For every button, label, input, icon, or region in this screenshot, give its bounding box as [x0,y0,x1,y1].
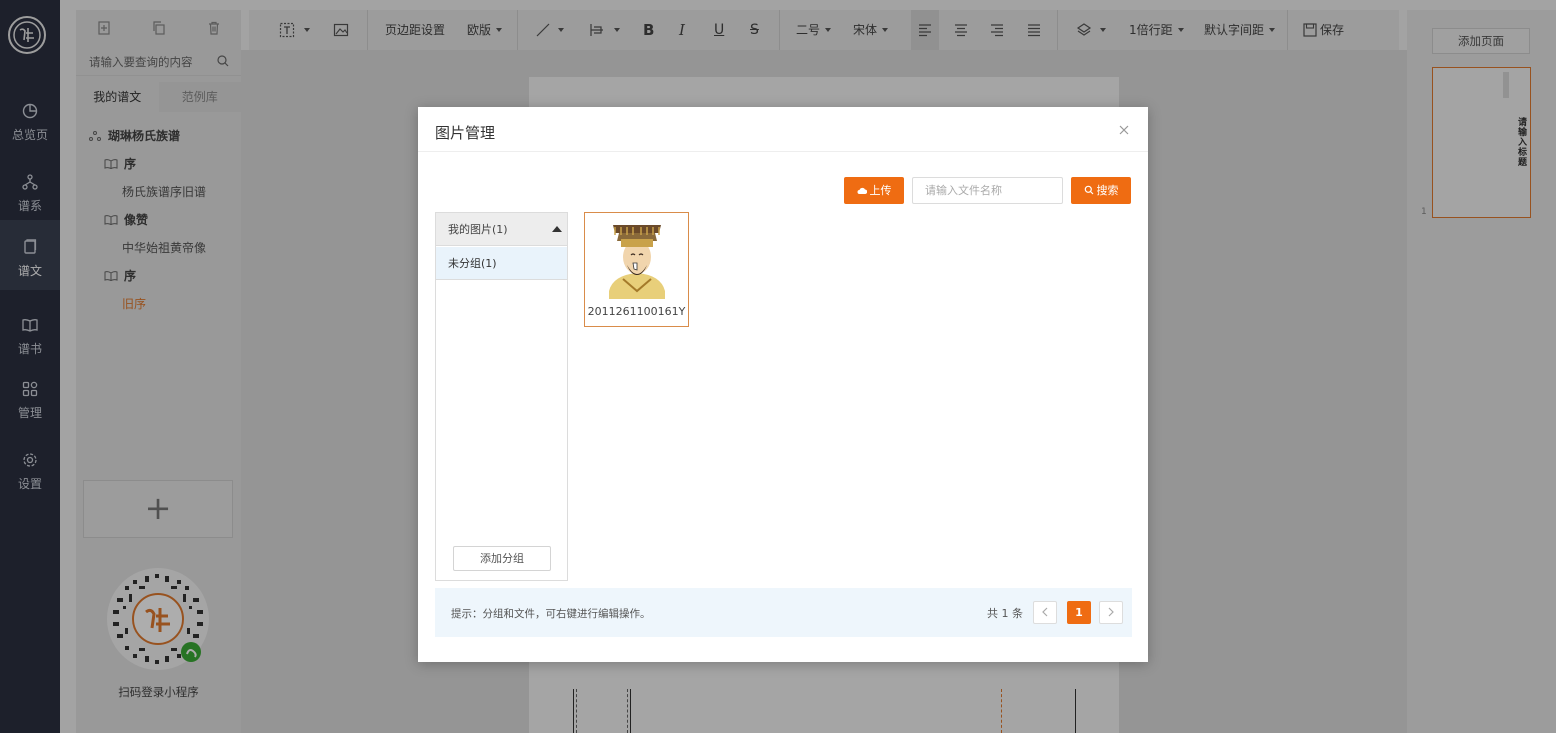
dialog-header: 图片管理 [418,107,1148,152]
dialog-title: 图片管理 [435,124,496,142]
search-button[interactable]: 搜索 [1071,177,1131,204]
filename-search-input[interactable]: 请输入文件名称 [912,177,1063,204]
group-header-label: 我的图片(1) [448,223,508,236]
search-icon [1084,185,1093,195]
chevron-right-icon [1108,607,1114,617]
upload-label: 上传 [869,184,892,197]
total-count: 共 1 条 [987,607,1023,620]
cloud-upload-icon [857,187,867,194]
search-label: 搜索 [1096,184,1119,197]
page-button-current[interactable]: 1 [1067,601,1091,624]
close-icon[interactable] [1118,124,1130,136]
image-filename: 2011261100161Y [587,305,686,318]
image-card[interactable]: 2011261100161Y [584,212,689,327]
collapse-triangle-icon[interactable] [552,226,562,232]
hint-text: 提示：分组和文件，可右键进行编辑操作。 [451,608,651,620]
next-page-button[interactable] [1099,601,1123,624]
group-header-my-images[interactable]: 我的图片(1) [436,213,567,246]
prev-page-button[interactable] [1033,601,1057,624]
add-group-button[interactable]: 添加分组 [453,546,551,571]
image-groups-panel: 我的图片(1) 未分组(1) 添加分组 [435,212,568,581]
group-item-ungrouped[interactable]: 未分组(1) [436,247,567,280]
dialog-footer: 提示：分组和文件，可右键进行编辑操作。 共 1 条 1 [435,588,1132,637]
chevron-left-icon [1042,607,1048,617]
emperor-portrait-image [599,219,675,299]
image-manager-dialog: 图片管理 上传 请输入文件名称 搜索 我的图片(1) 未分组(1) 添加分组 2… [418,107,1148,662]
upload-button[interactable]: 上传 [844,177,904,204]
